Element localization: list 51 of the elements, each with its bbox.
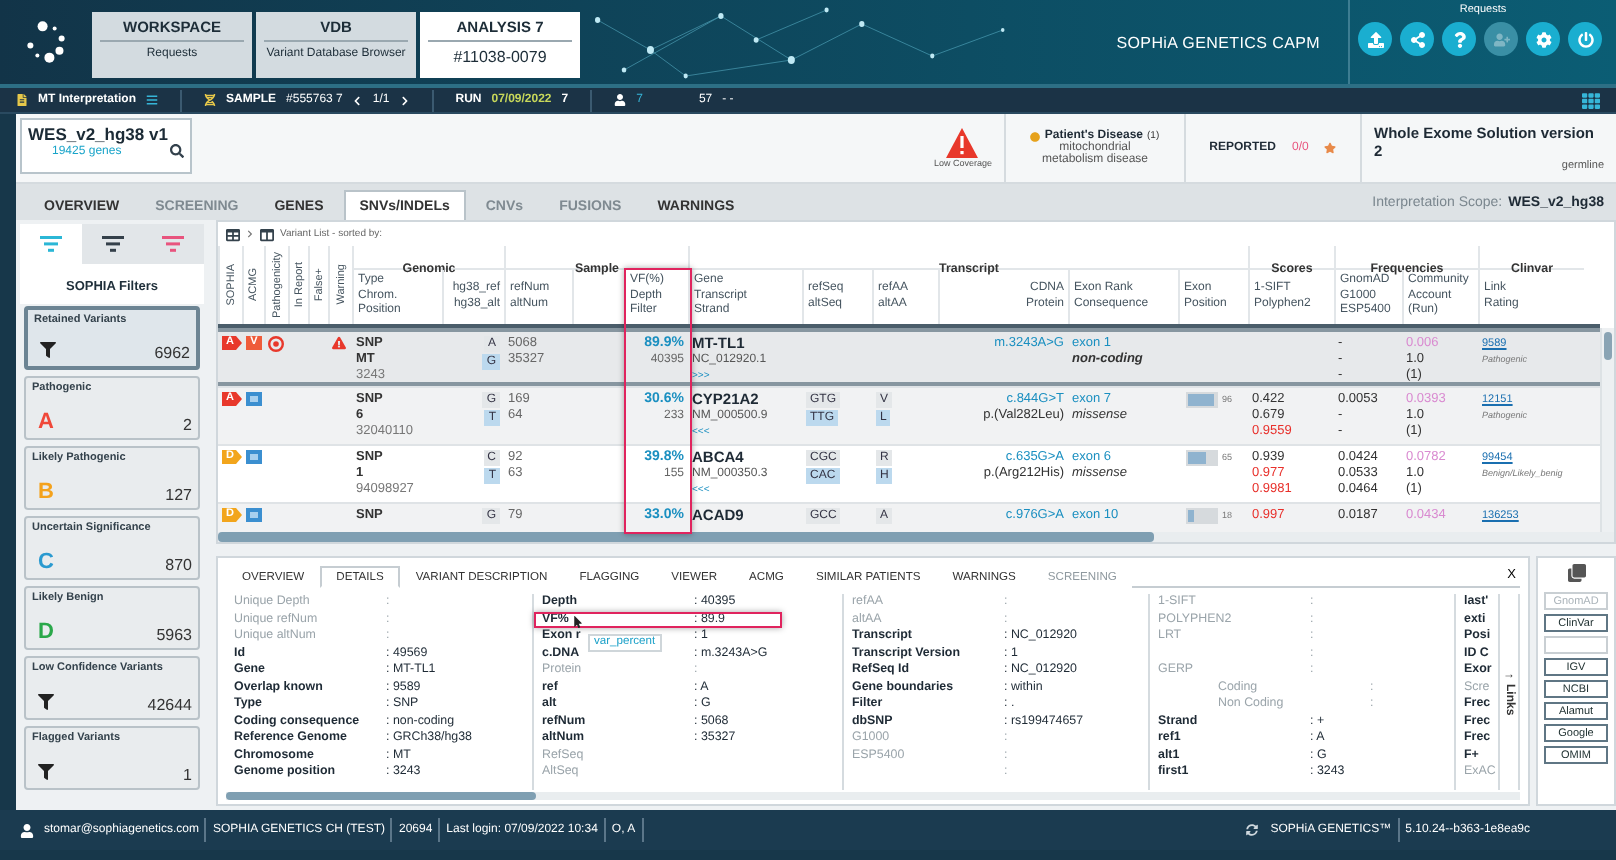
- status-icon: [1030, 131, 1041, 141]
- upload-button[interactable]: [1358, 22, 1392, 56]
- help-icon: [1451, 31, 1467, 47]
- settings-button[interactable]: [1526, 22, 1560, 56]
- chevron-icon: [246, 230, 254, 238]
- analysis-title: WES_v2_hg38 v1: [28, 124, 170, 144]
- filter-icon: [38, 694, 54, 710]
- filter-icon: [40, 342, 56, 358]
- grid-icon[interactable]: [1582, 91, 1600, 109]
- previous-icon[interactable]: [352, 95, 363, 105]
- class-letter: B: [38, 480, 54, 504]
- alert-icon: [946, 128, 979, 158]
- filter-count: 6962: [154, 344, 190, 362]
- window-icon[interactable]: [1567, 564, 1585, 582]
- columns-icon[interactable]: [260, 227, 274, 241]
- table-icon[interactable]: [226, 227, 240, 241]
- filter-count: 127: [165, 486, 192, 504]
- power-icon: [1577, 31, 1593, 47]
- logo-icon: [24, 20, 68, 64]
- filter-count: 1: [183, 766, 192, 784]
- user-icon: [20, 823, 34, 837]
- scrollbar-thumb[interactable]: [1604, 332, 1612, 360]
- star-icon[interactable]: [1324, 142, 1337, 154]
- filter-count: 870: [165, 556, 192, 574]
- next-icon[interactable]: [399, 95, 410, 105]
- tab-subtitle: #11038-0079: [453, 48, 547, 66]
- share-button[interactable]: [1400, 22, 1434, 56]
- scrollbar-thumb[interactable]: [226, 792, 537, 800]
- filter-count: 5963: [156, 626, 192, 644]
- share-icon: [1409, 31, 1425, 47]
- document-icon: [16, 94, 28, 106]
- class-letter: A: [38, 410, 54, 434]
- menu-icon[interactable]: [146, 94, 158, 106]
- search-icon[interactable]: [170, 144, 184, 158]
- dna-icon: [204, 94, 216, 106]
- app-brand: SOPHiA GENETICS CAPM: [1116, 33, 1320, 51]
- class-letter: D: [38, 620, 54, 644]
- settings-icon: [1535, 31, 1551, 47]
- cursor-icon: [572, 615, 584, 627]
- filter-count: 2: [183, 416, 192, 434]
- power-button[interactable]: [1568, 22, 1602, 56]
- user-icon: [614, 94, 627, 106]
- filter-tab[interactable]: [81, 224, 143, 264]
- class-letter: C: [38, 550, 54, 574]
- add-user-icon: [1493, 31, 1509, 47]
- help-button[interactable]: [1442, 22, 1476, 56]
- upload-icon: [1367, 31, 1383, 47]
- scrollbar-thumb[interactable]: [218, 532, 1154, 542]
- filter-count: 42644: [147, 696, 192, 714]
- sync-icon: [1246, 824, 1259, 836]
- filter-icon: [38, 764, 54, 780]
